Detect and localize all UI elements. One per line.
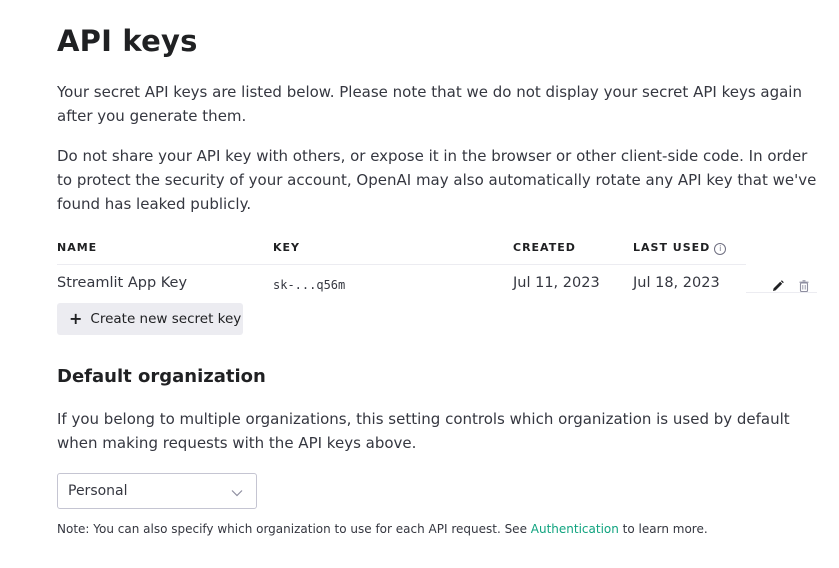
default-organization-title: Default organization: [57, 366, 266, 387]
column-header-key: KEY: [273, 241, 301, 254]
create-secret-key-button[interactable]: + Create new secret key: [57, 303, 243, 335]
key-value-cell: sk-...q56m: [273, 278, 346, 292]
info-icon[interactable]: i: [714, 243, 727, 255]
page-title: API keys: [57, 24, 198, 58]
table-row: Streamlit App Key sk-...q56m Jul 11, 202…: [57, 265, 817, 305]
organization-select-value: Personal: [68, 483, 128, 499]
authentication-link[interactable]: Authentication: [531, 522, 619, 536]
note-prefix: Note: You can also specify which organiz…: [57, 522, 531, 536]
pencil-icon[interactable]: [771, 278, 785, 292]
plus-icon: +: [69, 309, 83, 328]
table-header: NAME KEY CREATED LAST USED i: [57, 236, 746, 265]
intro-paragraph-1: Your secret API keys are listed below. P…: [57, 83, 802, 125]
column-header-last-used-label: LAST USED: [633, 241, 711, 254]
intro-paragraph-2: Do not share your API key with others, o…: [57, 147, 817, 213]
key-created-cell: Jul 11, 2023: [513, 275, 600, 291]
api-keys-table: NAME KEY CREATED LAST USED i Streamlit Ap…: [57, 236, 817, 305]
key-name-cell: Streamlit App Key: [57, 275, 188, 291]
create-secret-key-label: Create new secret key: [90, 311, 242, 327]
column-header-name: NAME: [57, 241, 98, 254]
organization-note: Note: You can also specify which organiz…: [57, 522, 708, 536]
chevron-down-icon: [230, 485, 244, 499]
note-suffix: to learn more.: [618, 522, 708, 536]
column-header-created: CREATED: [513, 241, 576, 254]
column-header-last-used: LAST USED i: [633, 241, 727, 255]
organization-select[interactable]: Personal: [57, 473, 257, 509]
key-last-used-cell: Jul 18, 2023: [633, 275, 720, 291]
trash-icon[interactable]: [797, 278, 811, 293]
default-organization-description: If you belong to multiple organizations,…: [57, 410, 790, 452]
